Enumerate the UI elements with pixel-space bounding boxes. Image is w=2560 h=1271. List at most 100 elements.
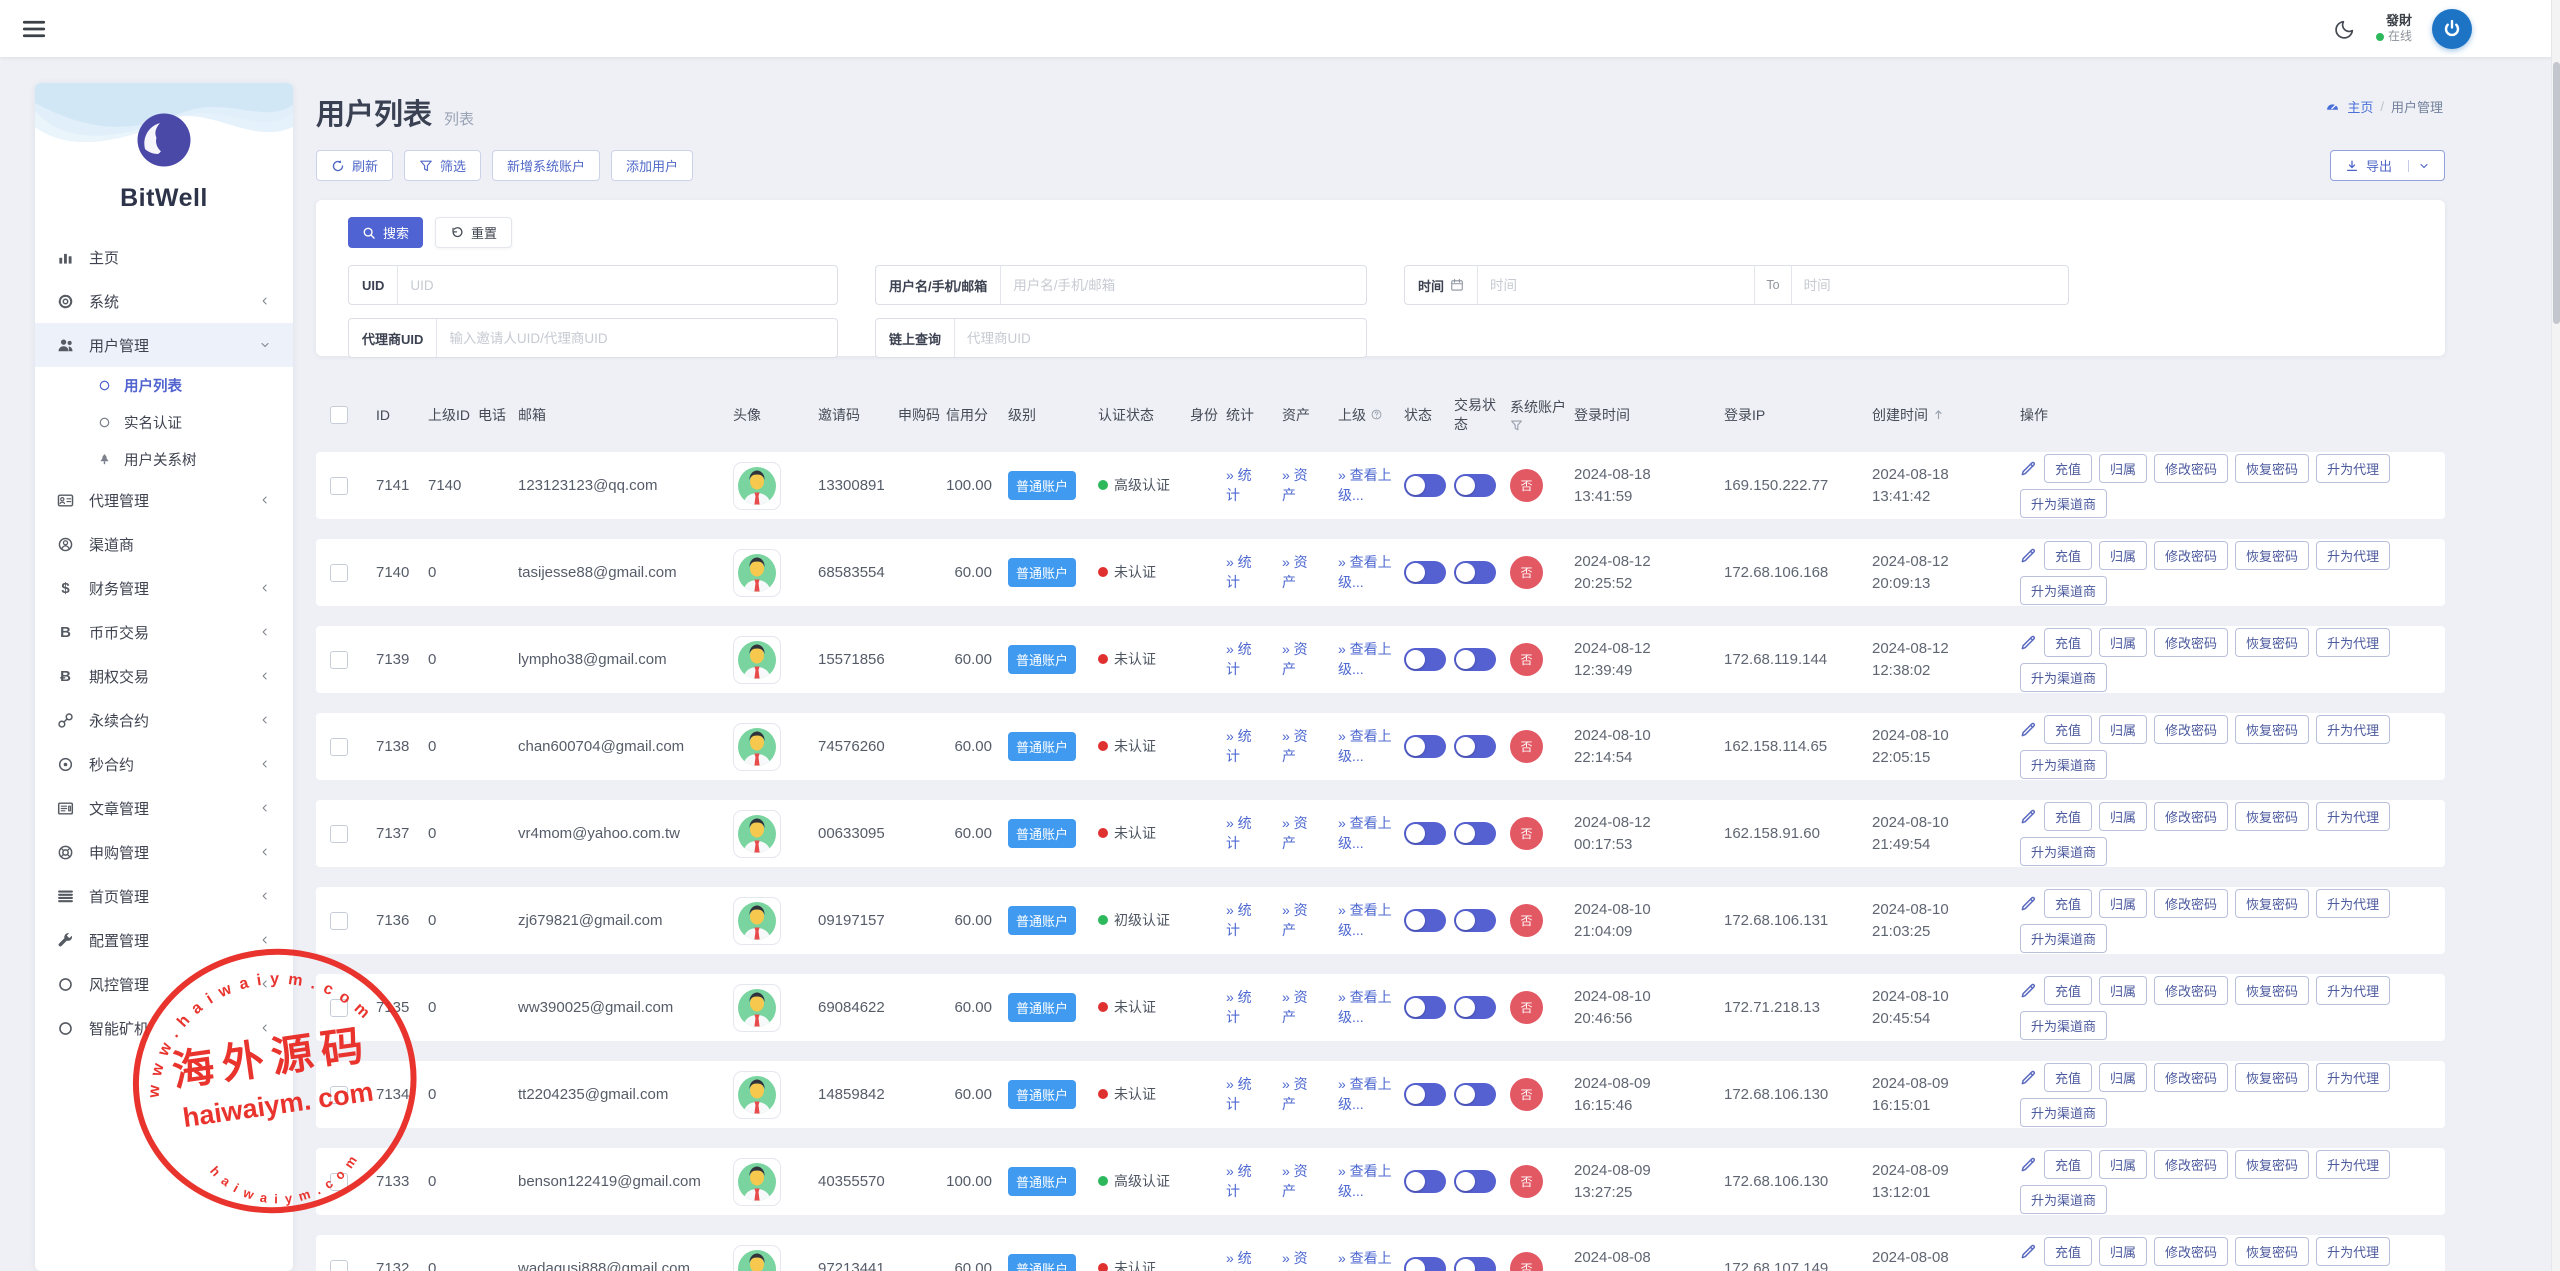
action-5-button[interactable]: 升为渠道商 (2020, 576, 2107, 605)
action-0-button[interactable]: 充值 (2044, 454, 2092, 483)
pencil-icon[interactable] (2020, 460, 2037, 477)
sidebar-subitem-2-2[interactable]: 用户关系树 (35, 441, 293, 478)
filter-button[interactable]: 筛选 (404, 150, 481, 181)
refresh-button[interactable]: 刷新 (316, 150, 393, 181)
breadcrumb-home[interactable]: 主页 (2347, 97, 2373, 116)
select-all-checkbox[interactable] (330, 406, 348, 424)
sidebar-item-13[interactable]: 配置管理 (35, 918, 293, 962)
action-1-button[interactable]: 归属 (2099, 889, 2147, 918)
export-button[interactable]: 导出 (2330, 150, 2445, 181)
assets-link[interactable]: » 资产 (1282, 988, 1318, 1027)
view-parent-link[interactable]: » 查看上级... (1338, 1075, 1402, 1114)
action-4-button[interactable]: 升为代理 (2316, 454, 2390, 483)
action-4-button[interactable]: 升为代理 (2316, 541, 2390, 570)
sidebar-item-9[interactable]: 秒合约 (35, 742, 293, 786)
stats-link[interactable]: » 统计 (1226, 640, 1262, 679)
sidebar-item-7[interactable]: Ƀ期权交易 (35, 654, 293, 698)
action-4-button[interactable]: 升为代理 (2316, 628, 2390, 657)
action-5-button[interactable]: 升为渠道商 (2020, 489, 2107, 518)
row-checkbox[interactable] (330, 477, 348, 495)
action-3-button[interactable]: 恢复密码 (2235, 889, 2309, 918)
assets-link[interactable]: » 资产 (1282, 1249, 1318, 1271)
sidebar-subitem-2-1[interactable]: 实名认证 (35, 404, 293, 441)
action-1-button[interactable]: 归属 (2099, 454, 2147, 483)
search-button[interactable]: 搜索 (348, 217, 423, 248)
sidebar-item-0[interactable]: 主页 (35, 235, 293, 279)
action-1-button[interactable]: 归属 (2099, 541, 2147, 570)
add-system-account-button[interactable]: 新增系统账户 (492, 150, 600, 181)
row-checkbox[interactable] (330, 1173, 348, 1191)
view-parent-link[interactable]: » 查看上级... (1338, 640, 1402, 679)
row-checkbox[interactable] (330, 999, 348, 1017)
action-2-button[interactable]: 修改密码 (2154, 454, 2228, 483)
funnel-icon[interactable] (1510, 419, 1523, 432)
action-0-button[interactable]: 充值 (2044, 628, 2092, 657)
assets-link[interactable]: » 资产 (1282, 553, 1318, 592)
stats-link[interactable]: » 统计 (1226, 988, 1262, 1027)
scrollbar[interactable] (2551, 0, 2560, 1271)
action-0-button[interactable]: 充值 (2044, 1063, 2092, 1092)
trade-status-toggle[interactable] (1454, 648, 1496, 671)
action-3-button[interactable]: 恢复密码 (2235, 1237, 2309, 1266)
row-checkbox[interactable] (330, 564, 348, 582)
sidebar-item-2[interactable]: 用户管理 (35, 323, 293, 367)
account-input[interactable] (1001, 266, 1366, 304)
sidebar-subitem-2-0[interactable]: 用户列表 (35, 367, 293, 404)
action-2-button[interactable]: 修改密码 (2154, 715, 2228, 744)
stats-link[interactable]: » 统计 (1226, 466, 1262, 505)
action-2-button[interactable]: 修改密码 (2154, 802, 2228, 831)
moon-icon[interactable] (2335, 18, 2356, 39)
row-checkbox[interactable] (330, 1086, 348, 1104)
action-0-button[interactable]: 充值 (2044, 802, 2092, 831)
trade-status-toggle[interactable] (1454, 1170, 1496, 1193)
action-3-button[interactable]: 恢复密码 (2235, 628, 2309, 657)
pencil-icon[interactable] (2020, 982, 2037, 999)
stats-link[interactable]: » 统计 (1226, 553, 1262, 592)
action-3-button[interactable]: 恢复密码 (2235, 1063, 2309, 1092)
view-parent-link[interactable]: » 查看上级... (1338, 814, 1402, 853)
action-0-button[interactable]: 充值 (2044, 715, 2092, 744)
action-0-button[interactable]: 充值 (2044, 976, 2092, 1005)
stats-link[interactable]: » 统计 (1226, 1075, 1262, 1114)
status-toggle[interactable] (1404, 996, 1446, 1019)
action-1-button[interactable]: 归属 (2099, 976, 2147, 1005)
time-from-input[interactable] (1478, 266, 1754, 304)
reset-button[interactable]: 重置 (435, 217, 512, 248)
sidebar-item-3[interactable]: 代理管理 (35, 478, 293, 522)
action-4-button[interactable]: 升为代理 (2316, 1237, 2390, 1266)
assets-link[interactable]: » 资产 (1282, 1162, 1318, 1201)
status-toggle[interactable] (1404, 561, 1446, 584)
pencil-icon[interactable] (2020, 1069, 2037, 1086)
uid-input[interactable] (398, 266, 837, 304)
action-5-button[interactable]: 升为渠道商 (2020, 1011, 2107, 1040)
pencil-icon[interactable] (2020, 547, 2037, 564)
status-toggle[interactable] (1404, 1170, 1446, 1193)
stats-link[interactable]: » 统计 (1226, 727, 1262, 766)
stats-link[interactable]: » 统计 (1226, 901, 1262, 940)
action-1-button[interactable]: 归属 (2099, 628, 2147, 657)
action-5-button[interactable]: 升为渠道商 (2020, 924, 2107, 953)
trade-status-toggle[interactable] (1454, 1083, 1496, 1106)
sidebar-item-4[interactable]: 渠道商 (35, 522, 293, 566)
row-checkbox[interactable] (330, 1260, 348, 1271)
action-4-button[interactable]: 升为代理 (2316, 1063, 2390, 1092)
action-1-button[interactable]: 归属 (2099, 1063, 2147, 1092)
sidebar-item-6[interactable]: B币币交易 (35, 610, 293, 654)
action-2-button[interactable]: 修改密码 (2154, 541, 2228, 570)
action-2-button[interactable]: 修改密码 (2154, 1063, 2228, 1092)
trade-status-toggle[interactable] (1454, 996, 1496, 1019)
action-2-button[interactable]: 修改密码 (2154, 1150, 2228, 1179)
pencil-icon[interactable] (2020, 721, 2037, 738)
row-checkbox[interactable] (330, 651, 348, 669)
agent-uid-input[interactable] (437, 319, 837, 357)
status-toggle[interactable] (1404, 822, 1446, 845)
action-1-button[interactable]: 归属 (2099, 715, 2147, 744)
assets-link[interactable]: » 资产 (1282, 727, 1318, 766)
assets-link[interactable]: » 资产 (1282, 1075, 1318, 1114)
sidebar-item-10[interactable]: 文章管理 (35, 786, 293, 830)
action-3-button[interactable]: 恢复密码 (2235, 976, 2309, 1005)
status-toggle[interactable] (1404, 909, 1446, 932)
menu-icon[interactable] (22, 17, 46, 41)
pencil-icon[interactable] (2020, 1156, 2037, 1173)
sidebar-item-8[interactable]: 永续合约 (35, 698, 293, 742)
